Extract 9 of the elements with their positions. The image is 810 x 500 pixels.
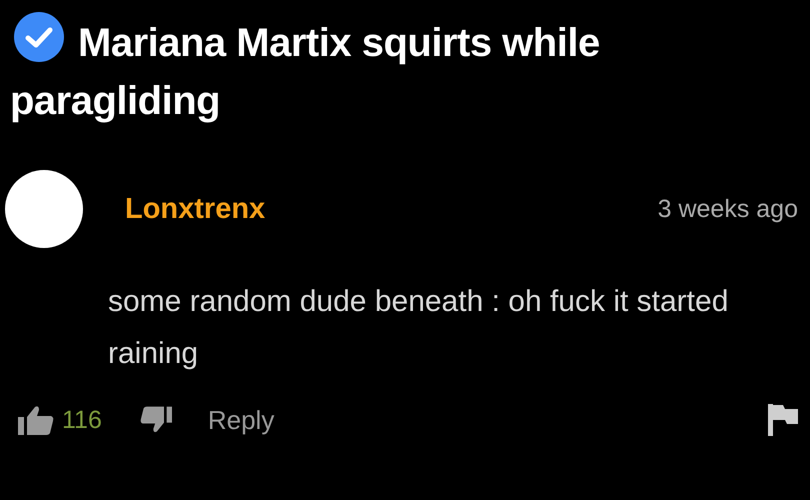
comment-text: some random dude beneath : oh fuck it started raining <box>108 284 730 372</box>
like-count: 116 <box>62 406 102 434</box>
reply-button[interactable]: Reply <box>208 404 274 436</box>
video-title: Mariana Martix squirts while paragliding <box>10 12 798 130</box>
flag-icon[interactable] <box>768 404 798 436</box>
thumbs-down-icon[interactable] <box>140 406 172 434</box>
username[interactable]: Lonxtrenx <box>125 192 658 226</box>
comment-time: 3 weeks ago <box>658 194 798 224</box>
thumbs-up-icon[interactable] <box>18 405 54 435</box>
